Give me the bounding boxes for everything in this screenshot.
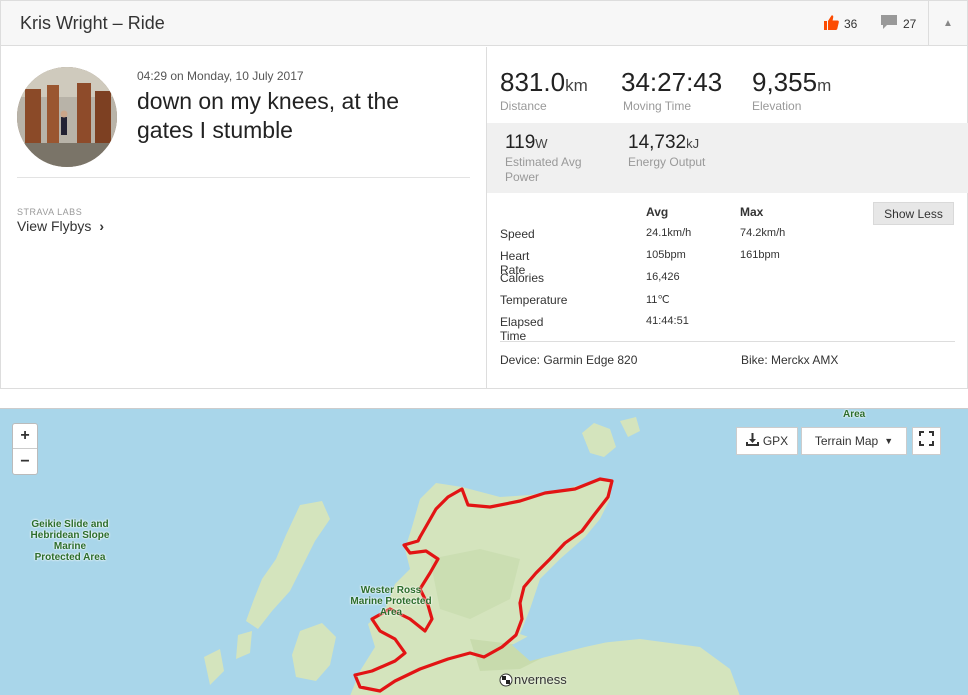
comment-icon — [881, 15, 897, 32]
activity-card: Kris Wright – Ride 36 27 ▲ 04:29 on Mond… — [0, 0, 968, 389]
activity-date: 04:29 on Monday, 10 July 2017 — [137, 69, 304, 83]
comments-count: 27 — [903, 16, 917, 31]
fullscreen-icon — [919, 431, 934, 451]
fullscreen-button[interactable] — [912, 427, 941, 455]
divider — [17, 177, 470, 178]
map-label-town: nverness — [514, 672, 567, 687]
power-unit: W — [535, 136, 548, 151]
secondary-stats: 119W Estimated Avg Power 14,732kJ Energy… — [487, 123, 968, 193]
zoom-in-button[interactable]: + — [13, 424, 37, 449]
elevation-unit: m — [817, 76, 832, 95]
row-max: 161bpm — [740, 249, 780, 261]
view-flybys-link[interactable]: View Flybys › — [17, 218, 104, 234]
row-label: Temperature — [500, 293, 568, 307]
col-avg-header: Avg — [646, 205, 669, 219]
kudos-count: 36 — [844, 17, 858, 31]
row-label: Speed — [500, 227, 535, 241]
row-label: Calories — [500, 271, 545, 285]
activity-title: Kris Wright – Ride — [20, 13, 165, 33]
map-label-geikie: Geikie Slide and Hebridean Slope Marine … — [30, 519, 110, 563]
row-label: Elapsed Time — [500, 315, 544, 343]
stat-moving-time: 34:27:43 Moving Time — [621, 67, 722, 113]
route-map[interactable]: + − GPX Terrain Map ▼ Geikie Slide and H… — [0, 408, 968, 695]
kudos-button[interactable]: 36 — [823, 15, 857, 33]
map-label-area: Area — [843, 409, 866, 420]
moving-time-label: Moving Time — [623, 99, 692, 113]
show-less-button[interactable]: Show Less — [873, 202, 954, 225]
zoom-out-button[interactable]: − — [13, 449, 37, 474]
distance-value: 831.0 — [500, 67, 566, 97]
view-flybys-label: View Flybys — [17, 218, 92, 234]
map-label-wester-ross: Wester Ross Marine Protected Area — [350, 585, 432, 618]
map-type-dropdown[interactable]: Terrain Map ▼ — [801, 427, 907, 455]
col-max-header: Max — [740, 205, 764, 219]
gpx-download-button[interactable]: GPX — [736, 427, 798, 455]
elevation-label: Elevation — [752, 99, 802, 113]
activity-stats: 831.0km Distance 34:27:43 Moving Time 9,… — [486, 47, 968, 389]
stat-elevation: 9,355m Elevation — [752, 67, 831, 113]
strava-labs-label: STRAVA LABS — [17, 207, 83, 217]
divider — [500, 341, 955, 342]
row-avg: 16,426 — [646, 271, 680, 283]
device-info: Device: Garmin Edge 820 — [500, 353, 638, 367]
collapse-button[interactable]: ▲ — [928, 1, 967, 46]
gpx-label: GPX — [762, 434, 789, 448]
download-icon — [745, 433, 759, 449]
stat-distance: 831.0km Distance — [500, 67, 588, 113]
row-avg: 11℃ — [646, 294, 670, 306]
elevation-value: 9,355 — [752, 67, 818, 97]
zoom-control: + − — [12, 423, 38, 475]
row-avg: 105bpm — [646, 249, 686, 261]
chevron-right-icon: › — [99, 218, 104, 234]
distance-label: Distance — [500, 99, 547, 113]
chevron-up-icon: ▲ — [943, 18, 953, 29]
stat-power: 119W Estimated Avg Power — [505, 132, 605, 185]
moving-time-value: 34:27:43 — [621, 67, 723, 97]
distance-unit: km — [565, 76, 588, 95]
energy-unit: kJ — [686, 136, 700, 151]
power-label: Estimated Avg Power — [505, 155, 582, 184]
bike-info[interactable]: Bike: Merckx AMX — [741, 353, 838, 367]
comments-button[interactable]: 27 — [881, 15, 916, 32]
row-avg: 41:44:51 — [646, 315, 689, 327]
map-type-label: Terrain Map — [814, 434, 879, 448]
power-value: 119 — [505, 132, 536, 153]
activity-summary: 04:29 on Monday, 10 July 2017 down on my… — [1, 47, 486, 389]
activity-name: down on my knees, at the gates I stumble — [137, 88, 400, 143]
thumbs-up-icon — [823, 15, 839, 33]
row-max: 74.2km/h — [740, 227, 786, 239]
avatar[interactable] — [17, 67, 117, 167]
stat-energy: 14,732kJ Energy Output — [628, 132, 705, 170]
energy-label: Energy Output — [628, 155, 706, 169]
energy-value: 14,732 — [628, 132, 687, 153]
caret-down-icon: ▼ — [884, 436, 894, 446]
card-header: Kris Wright – Ride 36 27 ▲ — [1, 1, 967, 46]
row-avg: 24.1km/h — [646, 227, 692, 239]
